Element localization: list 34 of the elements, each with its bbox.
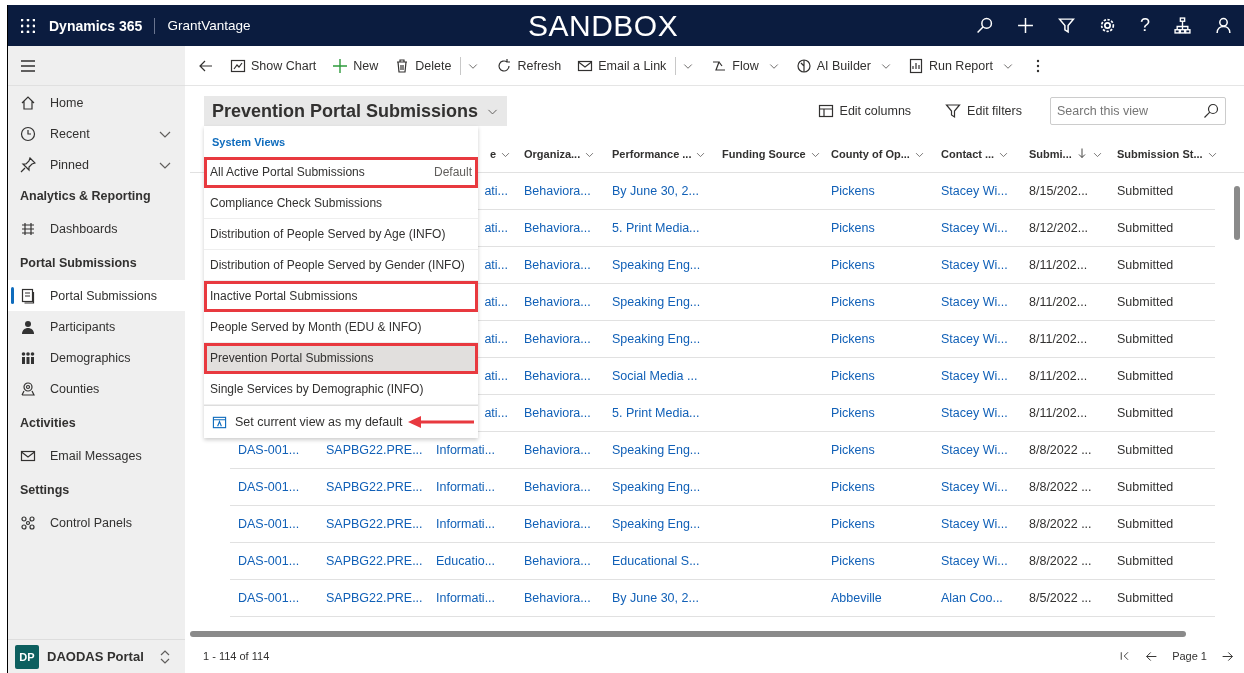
table-cell: 8/8/2022 ...	[1029, 443, 1092, 457]
table-cell: Submitted	[1117, 406, 1174, 420]
table-cell: Submitted	[1117, 369, 1174, 383]
table-cell: 8/12/202...	[1029, 221, 1089, 235]
table-cell: Submitted	[1117, 184, 1174, 198]
table-cell: 8/8/2022 ...	[1029, 554, 1092, 568]
sidebar-heading: Portal Submissions	[19, 255, 138, 272]
table-cell: 8/11/202...	[1029, 369, 1088, 383]
table-cell: Submitted	[1117, 295, 1174, 309]
sidebar-heading: Settings	[19, 482, 71, 499]
table-cell: 8/11/202...	[1029, 258, 1088, 272]
table-cell: Submitted	[1117, 554, 1174, 568]
menu-group-label: System Views	[211, 135, 287, 150]
table-cell: Submitted	[1117, 332, 1174, 346]
table-cell: 8/15/202...	[1029, 184, 1089, 198]
table-cell: Submitted	[1117, 517, 1174, 531]
table-cell: Submitted	[1117, 258, 1174, 272]
table-cell: 8/8/2022 ...	[1029, 517, 1092, 531]
table-cell: 8/5/2022 ...	[1029, 591, 1092, 605]
default-label: Default	[433, 165, 472, 179]
table-cell: 8/11/202...	[1029, 295, 1088, 309]
page-label: Page 1	[1172, 650, 1207, 662]
table-cell: 8/11/202...	[1029, 332, 1088, 346]
sidebar-heading: Activities	[19, 415, 77, 432]
table-cell: 8/11/202...	[1029, 406, 1088, 420]
sidebar-heading: Analytics & Reporting	[19, 188, 152, 205]
table-cell: Submitted	[1117, 480, 1174, 494]
table-cell: Submitted	[1117, 221, 1174, 235]
area-initials: DP	[15, 644, 39, 669]
table-cell: 8/8/2022 ...	[1029, 480, 1092, 494]
table-cell: Submitted	[1117, 443, 1174, 457]
environment-label: SANDBOX	[528, 9, 679, 43]
record-count: 1 - 114 of 114	[203, 650, 270, 662]
table-cell: Submitted	[1117, 591, 1174, 605]
